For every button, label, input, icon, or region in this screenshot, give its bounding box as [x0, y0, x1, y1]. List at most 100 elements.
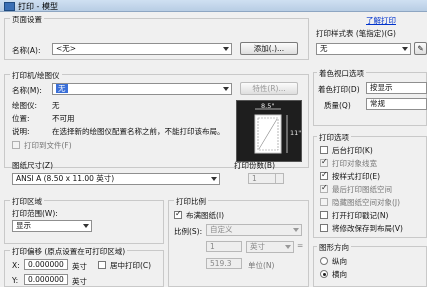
chevron-down-icon: [293, 228, 299, 232]
paper-size-combo[interactable]: ANSI A (8.50 x 11.00 英寸): [12, 173, 220, 185]
plotter-value: 无: [52, 101, 60, 110]
fit-to-paper-checkbox[interactable]: [174, 209, 182, 219]
shade-plot-label: 着色打印(D): [318, 85, 360, 94]
scale-value2-input[interactable]: 519.3: [206, 258, 242, 269]
chevron-down-icon: [223, 87, 229, 91]
center-plot-label: 居中打印(C): [110, 261, 152, 270]
page-setup-name-label: 名称(A):: [12, 46, 41, 55]
shade-plot-value: 按显示: [370, 83, 393, 92]
location-label: 位置:: [12, 114, 30, 123]
copies-input[interactable]: 1: [248, 173, 284, 184]
scale-unit2: 单位(N): [248, 261, 275, 270]
paper-preview: 8.5" 11": [236, 100, 302, 162]
shade-plot-combo[interactable]: 按显示: [366, 82, 427, 94]
offset-y-value: 0.000000: [28, 275, 64, 284]
hide-paperspace-objects-checkbox[interactable]: [320, 198, 328, 206]
print-to-file-label: 打印到文件(F): [24, 141, 72, 150]
scale-value1: 1: [210, 242, 215, 251]
page-setup-header: 页面设置: [10, 14, 44, 25]
portrait-label: 纵向: [332, 257, 347, 266]
offset-y-label: Y:: [12, 276, 19, 285]
offset-x-label: X:: [12, 261, 20, 270]
edit-plot-style-button[interactable]: ✎: [414, 42, 427, 55]
plot-options-header: 打印选项: [317, 132, 351, 143]
chevron-down-icon: [402, 47, 408, 51]
scale-unit1: 英寸: [250, 242, 265, 251]
printer-name-value: 无: [56, 84, 68, 93]
scale-unit1-combo[interactable]: 英寸: [246, 241, 294, 253]
plot-lineweights-label: 打印对象线宽: [332, 159, 377, 168]
quality-label: 质量(Q): [324, 101, 351, 110]
plot-in-background-checkbox[interactable]: [320, 146, 328, 154]
scale-value: 自定义: [210, 225, 233, 234]
portrait-radio[interactable]: [320, 257, 328, 265]
copies-value: 1: [252, 174, 257, 183]
pencil-icon: ✎: [417, 44, 424, 53]
save-changes-to-layout-checkbox[interactable]: [320, 224, 328, 232]
scale-value1-input[interactable]: 1: [206, 241, 242, 252]
chevron-down-icon: [211, 177, 217, 181]
chevron-down-icon: [83, 224, 89, 228]
plotter-label: 绘图仪:: [12, 101, 38, 110]
plot-stamp-label: 打开打印戳记(N): [332, 211, 389, 220]
plot-dialog: 页面设置 名称(A): <无> 添加(.)... 打印机/绘图仪 名称(M): …: [0, 12, 427, 287]
printer-name-label: 名称(M):: [12, 86, 42, 95]
offset-x-input[interactable]: 0.000000: [24, 259, 68, 270]
shaded-viewport-header: 着色视口选项: [317, 68, 366, 79]
preview-width-label: 8.5": [261, 102, 275, 110]
page-setup-name-combo[interactable]: <无>: [52, 43, 232, 55]
scale-value2: 519.3: [210, 259, 232, 268]
paper-size-value: ANSI A (8.50 x 11.00 英寸): [16, 174, 115, 183]
offset-x-value: 0.000000: [28, 260, 64, 269]
page-setup-name-value: <无>: [56, 44, 77, 53]
plot-range-value: 显示: [16, 221, 31, 230]
printer-name-combo[interactable]: 无: [52, 83, 232, 95]
printer-properties-button[interactable]: 特性(R)...: [240, 82, 298, 95]
description-value: 在选择新的绘图仪配置名称之前，不能打印该布局。: [52, 127, 225, 136]
plot-area-header: 打印区域: [10, 196, 44, 207]
copies-spinner[interactable]: [275, 174, 283, 183]
add-page-setup-button[interactable]: 添加(.)...: [240, 42, 298, 55]
scale-label: 比例(S):: [174, 227, 203, 236]
save-changes-to-layout-label: 将修改保存到布局(V): [332, 224, 403, 233]
location-value: 不可用: [52, 114, 75, 123]
plot-scale-header: 打印比例: [174, 196, 208, 207]
chevron-down-icon: [285, 245, 291, 249]
description-label: 说明:: [12, 127, 30, 136]
landscape-radio[interactable]: [320, 270, 328, 278]
quality-combo[interactable]: 常规: [366, 98, 427, 110]
plot-in-background-label: 后台打印(K): [332, 146, 373, 155]
help-link[interactable]: 了解打印: [366, 15, 396, 26]
print-to-file-checkbox[interactable]: [12, 141, 20, 149]
plot-stamp-checkbox[interactable]: [320, 211, 328, 219]
quality-value: 常规: [370, 99, 385, 108]
plot-style-table-value: 无: [320, 44, 328, 53]
offset-y-unit: 英寸: [72, 277, 87, 286]
paper-size-header: 图纸尺寸(Z): [12, 161, 53, 170]
offset-y-input[interactable]: 0.000000: [24, 274, 68, 285]
offset-x-unit: 英寸: [72, 262, 87, 271]
plot-with-styles-label: 按样式打印(E): [332, 172, 381, 181]
plot-range-combo[interactable]: 显示: [12, 220, 92, 232]
plot-offset-header: 打印偏移 (原点设置在可打印区域): [10, 246, 128, 257]
hide-paperspace-objects-label: 隐藏图纸空间对象(J): [332, 198, 401, 207]
plot-with-styles-checkbox[interactable]: [320, 170, 328, 180]
chevron-down-icon: [223, 47, 229, 51]
app-icon: [4, 2, 15, 11]
plot-paperspace-last-checkbox[interactable]: [320, 183, 328, 193]
plot-style-table-combo[interactable]: 无: [316, 43, 411, 55]
printer-header: 打印机/绘图仪: [10, 70, 62, 81]
title-bar: 打印 - 模型: [0, 0, 427, 12]
orientation-header: 图形方向: [317, 242, 351, 253]
fit-to-paper-label: 布满图纸(I): [186, 211, 225, 220]
plot-lineweights-checkbox[interactable]: [320, 157, 328, 167]
landscape-label: 横向: [332, 270, 347, 279]
copies-header: 打印份数(B): [234, 161, 275, 170]
plot-style-table-header: 打印样式表 (笔指定)(G): [316, 29, 396, 38]
preview-height-label: 11": [290, 129, 302, 137]
window-title: 打印 - 模型: [18, 2, 58, 11]
plot-paperspace-last-label: 最后打印图纸空间: [332, 185, 392, 194]
center-plot-checkbox[interactable]: [98, 261, 106, 269]
scale-combo[interactable]: 自定义: [206, 224, 302, 236]
equals-sign: =: [297, 241, 304, 250]
